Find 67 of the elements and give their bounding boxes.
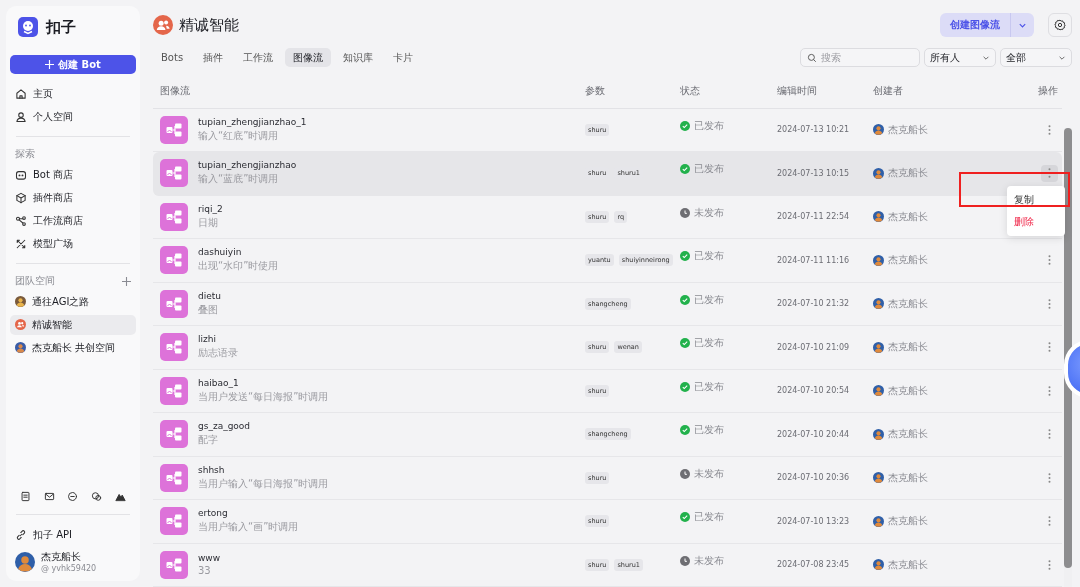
edit-time: 2024-07-11 22:54: [777, 212, 851, 222]
status-label: 未发布: [694, 205, 724, 220]
status-label: 已发布: [694, 423, 724, 438]
user-name: 杰克船长: [41, 550, 82, 564]
column-header: 创建者: [873, 84, 904, 99]
imageflow-name: riqi_2: [198, 203, 223, 214]
status-label: 已发布: [694, 336, 724, 351]
creator-name: 杰克船长: [888, 557, 928, 572]
section-title: 团队空间: [15, 274, 55, 288]
column-header: 状态: [680, 84, 701, 99]
creator-name: 杰克船长: [888, 427, 928, 442]
brand-name: 扣子: [46, 17, 76, 37]
edit-time: 2024-07-10 13:23: [777, 516, 851, 526]
edit-time: 2024-07-08 23:45: [777, 560, 851, 570]
status-label: 已发布: [694, 249, 724, 264]
imageflow-description: 叠图: [198, 302, 219, 317]
imageflow-name: dashuiyin: [198, 247, 243, 258]
imageflow-description: 当用户发送“每日海报”时调用: [198, 389, 329, 404]
section-title: 探索: [15, 147, 35, 161]
creator-name: 杰克船长: [888, 296, 928, 311]
status-label: 已发布: [694, 162, 724, 177]
imageflow-description: 出现“水印”时使用: [198, 259, 279, 274]
imageflow-name: gs_za_good: [198, 421, 251, 432]
imageflow-name: ertong: [198, 508, 229, 519]
imageflow-description: 励志语录: [198, 346, 238, 361]
edit-time: 2024-07-10 20:36: [777, 473, 851, 483]
imageflow-name: lizhi: [198, 334, 217, 345]
status-label: 已发布: [694, 292, 724, 307]
imageflow-name: tupian_zhengjianzhao_1: [198, 116, 307, 127]
status-label: 已发布: [694, 118, 724, 133]
creator-name: 杰克船长: [888, 209, 928, 224]
imageflow-name: dietu: [198, 290, 221, 301]
page-title: 精诚智能: [179, 15, 239, 35]
edit-time: 2024-07-10 20:54: [777, 386, 851, 396]
status-label: 未发布: [694, 466, 724, 481]
imageflow-description: 日期: [198, 215, 219, 230]
status-label: 已发布: [694, 379, 724, 394]
creator-name: 杰克船长: [888, 166, 928, 181]
column-header: 参数: [585, 84, 606, 99]
column-header: 图像流: [160, 84, 191, 99]
edit-time: 2024-07-10 20:44: [777, 429, 851, 439]
imageflow-description: 33: [198, 565, 212, 577]
edit-time: 2024-07-10 21:32: [777, 299, 851, 309]
column-header: 操作: [1037, 84, 1059, 99]
status-label: 已发布: [694, 510, 724, 525]
edit-time: 2024-07-10 21:09: [777, 342, 851, 352]
creator-name: 杰克船长: [888, 470, 928, 485]
edit-time: 2024-07-11 11:16: [777, 255, 851, 265]
imageflow-description: 当用户输入“每日海报”时调用: [198, 476, 329, 491]
creator-name: 杰克船长: [888, 340, 928, 355]
imageflow-name: tupian_zhengjianzhao: [198, 160, 297, 171]
edit-time: 2024-07-13 10:21: [777, 125, 851, 135]
column-header: 编辑时间: [777, 84, 818, 99]
imageflow-description: 配字: [198, 433, 219, 448]
imageflow-name: www: [198, 553, 221, 564]
imageflow-name: shhsh: [198, 464, 226, 475]
status-label: 未发布: [694, 553, 724, 568]
imageflow-description: 输入“红底”时调用: [198, 128, 280, 143]
creator-name: 杰克船长: [888, 514, 928, 529]
creator-name: 杰克船长: [888, 383, 928, 398]
edit-time: 2024-07-13 10:15: [777, 168, 851, 178]
imageflow-description: 当用户输入“画”时调用: [198, 520, 299, 535]
creator-name: 杰克船长: [888, 253, 928, 268]
imageflow-name: haibao_1: [198, 377, 240, 388]
creator-name: 杰克船长: [888, 122, 928, 137]
user-handle: @ yvhk59420: [41, 564, 97, 573]
imageflow-description: 输入“蓝底”时调用: [198, 172, 280, 187]
